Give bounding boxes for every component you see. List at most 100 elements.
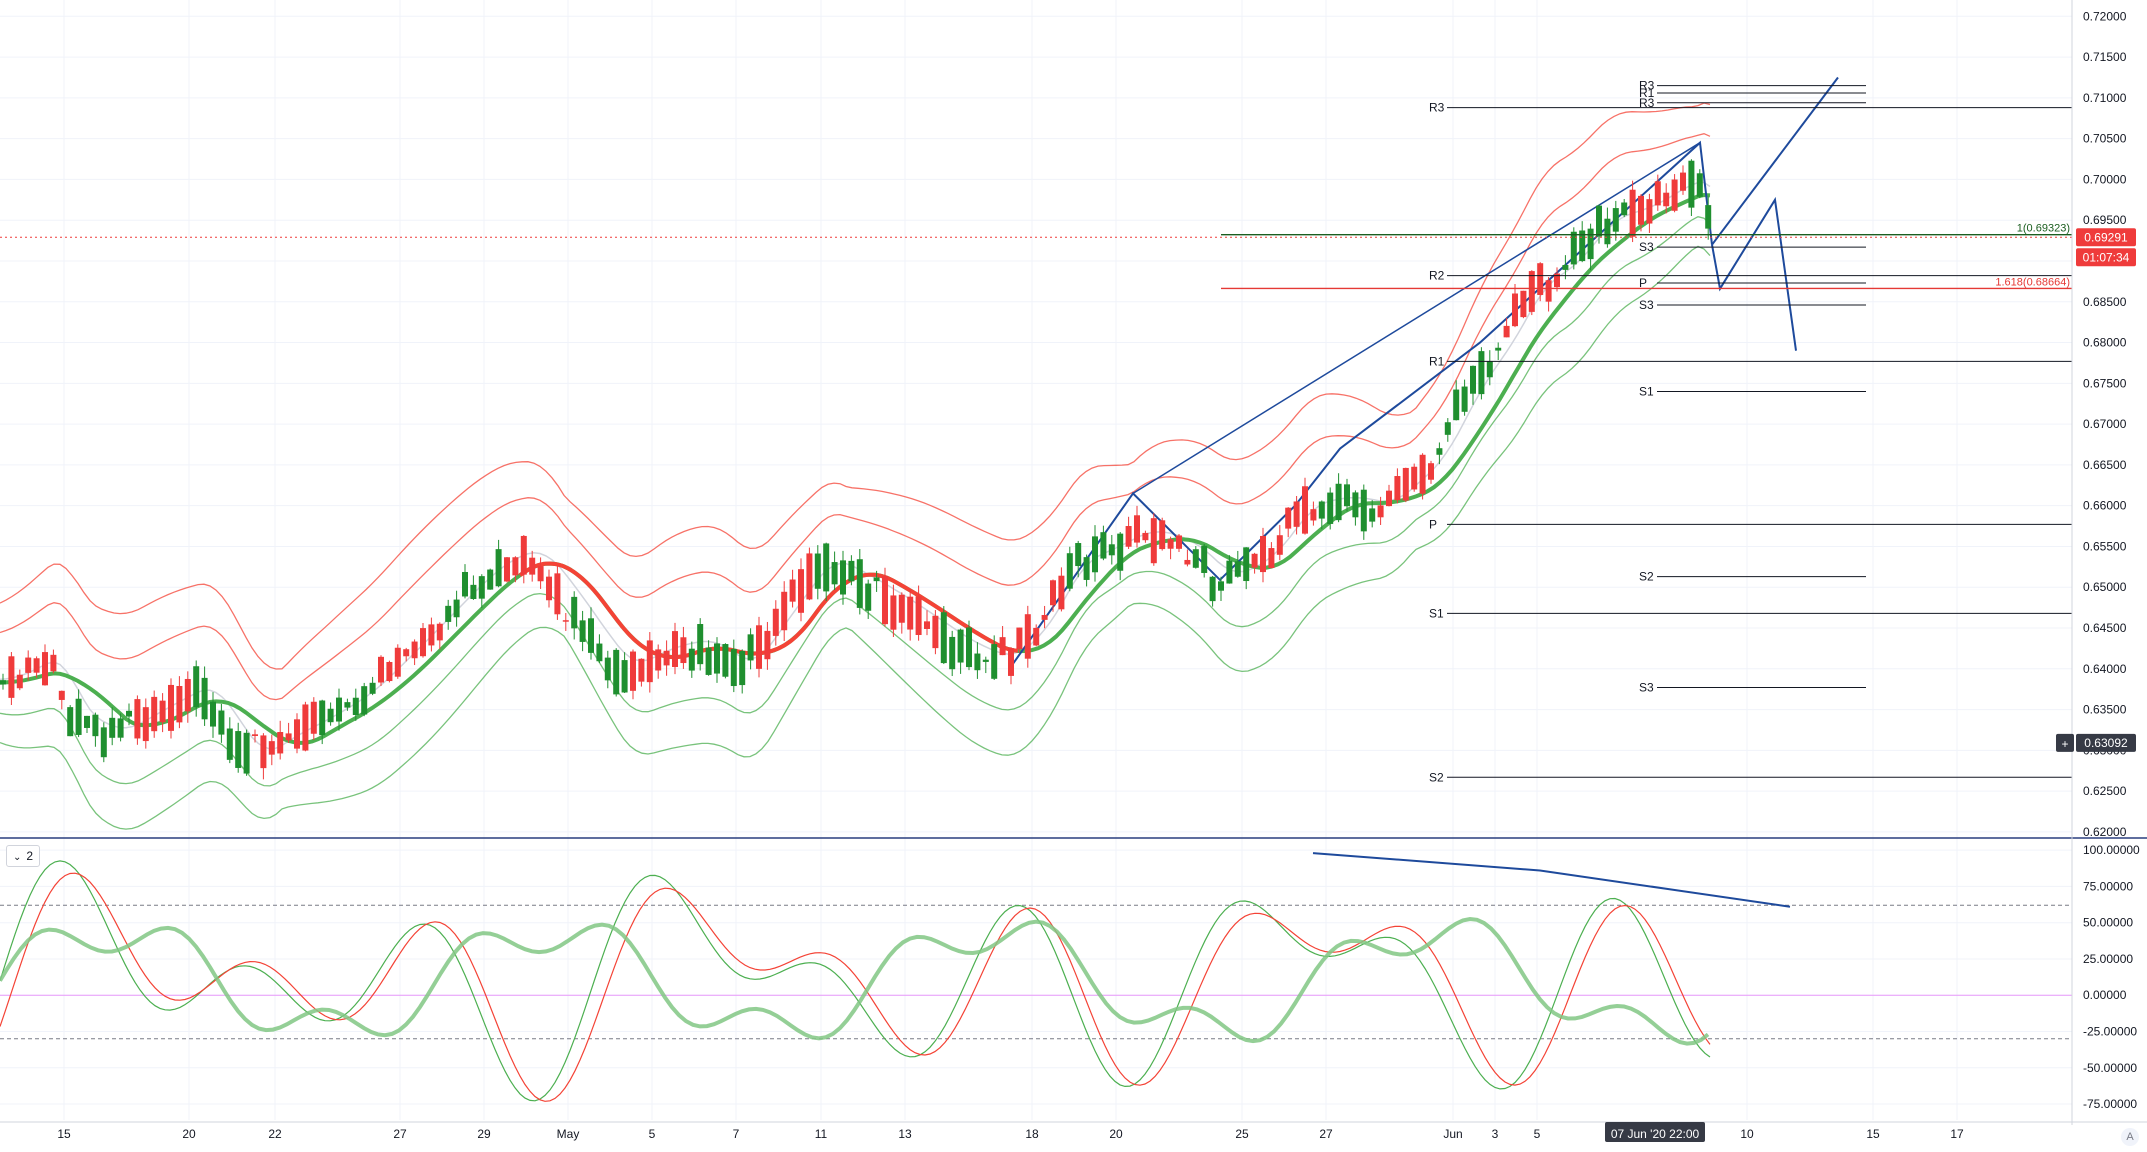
candle-body (336, 697, 342, 722)
price-tick-label: 0.66500 (2083, 458, 2127, 472)
time-tick-label: Jun (1443, 1127, 1462, 1141)
candle-body (1512, 293, 1518, 327)
time-tick-label: 15 (57, 1127, 71, 1141)
price-tick-label: 0.68500 (2083, 295, 2127, 309)
candle-body (142, 707, 149, 742)
time-tick-label: 13 (898, 1127, 912, 1141)
candle-body (243, 732, 250, 774)
candle-body (831, 562, 838, 585)
chart-canvas[interactable]: R3R2R1PS1S2R3R1R3S3PS3S1S2S31(0.69323)1.… (0, 0, 2147, 1152)
candle-body (487, 569, 494, 590)
candle-body (1142, 532, 1149, 541)
candle-body (722, 644, 729, 677)
candle-body (798, 569, 804, 613)
candle-body (50, 654, 57, 672)
time-tick-label: 17 (1950, 1127, 1964, 1141)
candle-body (126, 710, 132, 717)
candle-body (1108, 544, 1115, 556)
candle-body (806, 553, 813, 600)
candle-body (1520, 290, 1527, 318)
candle-body (957, 629, 964, 663)
candle-body (882, 575, 888, 625)
candle-body (1705, 205, 1712, 229)
pivot-label: S3 (1639, 298, 1654, 312)
candle-body (1083, 557, 1090, 580)
oscillator-tick-label: 0.00000 (2083, 988, 2127, 1002)
candle-body (100, 727, 107, 758)
pivot-label: S3 (1639, 681, 1654, 695)
candle-body (1226, 560, 1233, 584)
time-tick-label: 25 (1235, 1127, 1249, 1141)
candle-body (16, 674, 23, 689)
candle-body (193, 666, 200, 708)
candle-body (1621, 202, 1628, 216)
candle-body (1503, 325, 1510, 338)
candle-body (1402, 467, 1409, 501)
candle-body (898, 594, 905, 623)
candle-body (571, 596, 578, 629)
candle-body (1335, 483, 1342, 521)
candle-body (1470, 365, 1476, 394)
candle-body (655, 649, 662, 671)
candle-body (856, 559, 863, 608)
candle-body (1453, 389, 1460, 421)
price-tick-label: 0.62500 (2083, 784, 2127, 798)
candle-body (294, 719, 300, 749)
candle-body (1201, 545, 1208, 573)
candle-body (42, 652, 48, 686)
candle-body (789, 579, 796, 602)
candle-body (646, 640, 653, 683)
candle-body (134, 699, 141, 739)
candle-body (235, 731, 242, 768)
candle-body (865, 583, 872, 611)
oscillator-tick-label: -25.00000 (2083, 1025, 2137, 1039)
candle-body (352, 697, 359, 716)
candle-body (848, 560, 855, 582)
candle-body (1234, 561, 1241, 577)
candle-body (327, 708, 334, 723)
candle-body (394, 647, 401, 677)
time-tick-label: 27 (393, 1127, 407, 1141)
candle-body (1285, 507, 1292, 529)
candle-body (1528, 271, 1535, 312)
candle-body (529, 557, 536, 575)
candle-body (369, 682, 376, 694)
candle-body (504, 557, 510, 582)
candle-body (260, 735, 267, 769)
candle-body (1612, 208, 1619, 232)
candle-body (436, 623, 443, 641)
candle-body (1537, 263, 1544, 295)
candle-body (630, 651, 636, 691)
time-tick-label: 20 (1109, 1127, 1123, 1141)
candle-body (344, 702, 351, 708)
candle-body (1310, 509, 1317, 521)
candle-body (478, 576, 485, 599)
time-tick-label: 10 (1740, 1127, 1754, 1141)
price-tick-label: 0.66000 (2083, 499, 2127, 513)
candle-body (176, 685, 183, 723)
main-pane-overlays (0, 76, 1839, 830)
indicator-pane-label[interactable]: ⌄ 2 (6, 845, 41, 867)
time-tick-label: 20 (182, 1127, 196, 1141)
candle-body (1024, 614, 1031, 659)
candle-body (680, 637, 687, 664)
candle-body (470, 584, 477, 599)
trendline (1132, 142, 1701, 495)
price-tick-label: 0.71500 (2083, 50, 2127, 64)
candle-body (1671, 179, 1678, 211)
candle-body (8, 656, 15, 698)
indicator-pane-number: 2 (26, 849, 34, 863)
candle-body (1041, 614, 1048, 620)
auto-scale-button[interactable]: A (2121, 1128, 2139, 1146)
oscillator-pane (0, 837, 2147, 1102)
pivot-label: S1 (1429, 606, 1444, 620)
pivot-label: R2 (1429, 269, 1445, 283)
price-tick-label: 0.70500 (2083, 132, 2127, 146)
pivot-label: S2 (1639, 570, 1654, 584)
candle-body (873, 577, 880, 582)
candle-body (1486, 361, 1493, 378)
fib-label: 1.618(0.68664) (1995, 276, 2070, 288)
candle-body (949, 636, 956, 670)
candle-body (1369, 508, 1376, 522)
chevron-down-icon[interactable]: ⌄ (13, 852, 21, 863)
